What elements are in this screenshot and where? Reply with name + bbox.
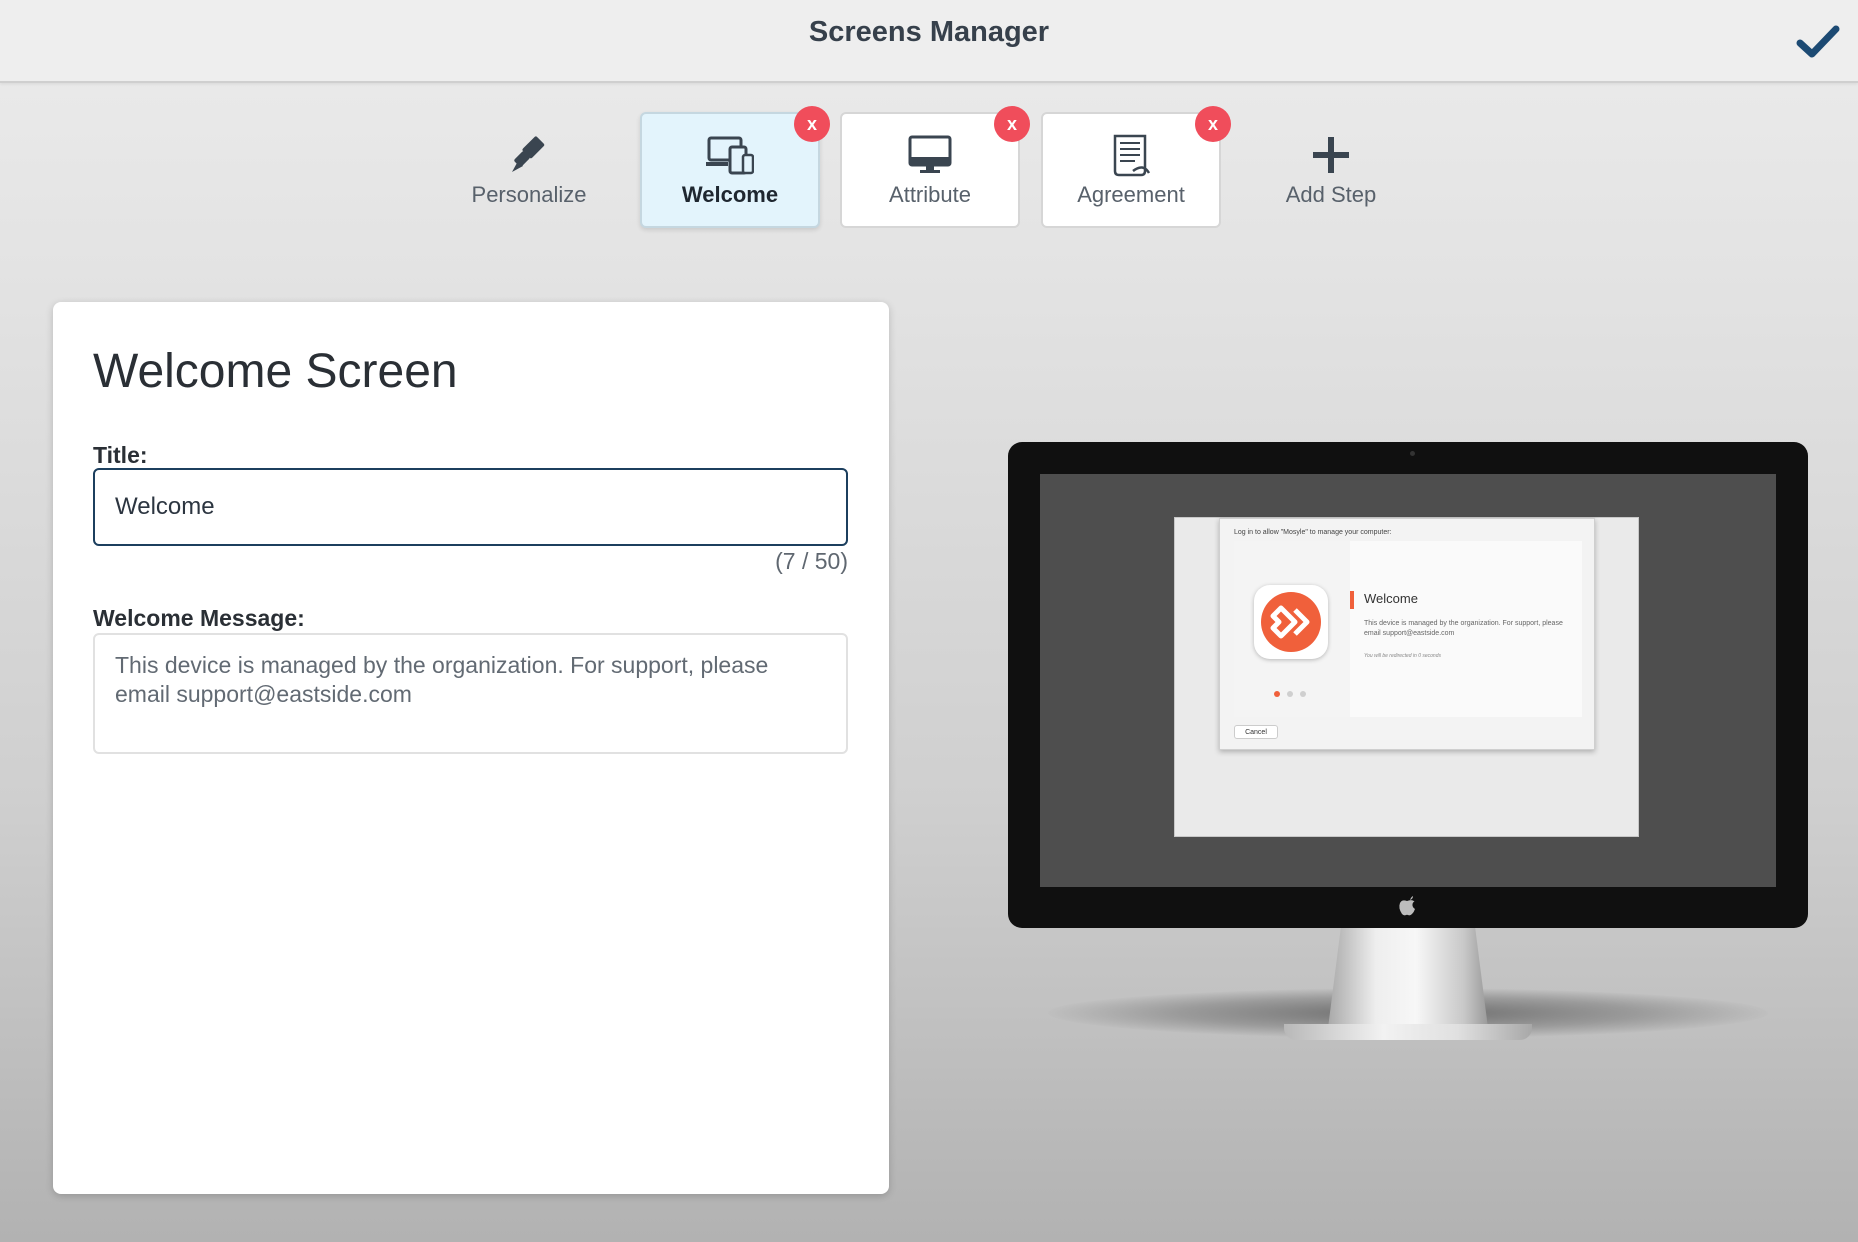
preview-prompt: Log in to allow "Mosyle" to manage your …: [1234, 529, 1392, 536]
apple-logo-icon: [1398, 896, 1416, 921]
step-personalize[interactable]: Personalize: [439, 112, 619, 228]
preview-left-pane: [1234, 541, 1350, 717]
preview-page-dots: [1274, 691, 1306, 697]
welcome-form-panel: Welcome Screen Title: (7 / 50) Welcome M…: [53, 302, 889, 1194]
step-label: Add Step: [1285, 182, 1377, 207]
devices-icon: [700, 132, 760, 178]
remove-step-button[interactable]: x: [794, 106, 830, 142]
preview-content: Welcome This device is managed by the or…: [1234, 541, 1582, 717]
preview-window: Log in to allow "Mosyle" to manage your …: [1219, 518, 1595, 750]
title-label: Title:: [93, 442, 148, 468]
welcome-message-label: Welcome Message:: [93, 605, 305, 631]
title-char-counter: (7 / 50): [775, 548, 848, 574]
step-agreement[interactable]: Agreement x: [1041, 106, 1231, 228]
remove-step-button[interactable]: x: [994, 106, 1030, 142]
step-label: Welcome: [681, 182, 779, 207]
page-title: Screens Manager: [808, 16, 1050, 48]
preview-redirect-note: You will be redirected in 0 seconds: [1364, 653, 1441, 659]
document-icon: [1101, 132, 1161, 178]
confirm-button[interactable]: [1788, 14, 1848, 70]
monitor-stand-base: [1284, 1024, 1532, 1040]
preview-heading: Welcome: [1364, 591, 1418, 606]
preview-body: This device is managed by the organizati…: [1364, 620, 1563, 637]
remove-step-button[interactable]: x: [1195, 106, 1231, 142]
checkmark-icon: [1796, 25, 1840, 58]
paintbrush-icon: [499, 132, 559, 178]
title-input[interactable]: [93, 468, 848, 546]
step-label: Personalize: [471, 182, 587, 207]
monitor-icon: [900, 132, 960, 178]
camera-dot: [1410, 451, 1415, 456]
step-label: Attribute: [889, 182, 971, 207]
monitor-bezel: Log in to allow "Mosyle" to manage your …: [1008, 442, 1808, 928]
monitor-display: Log in to allow "Mosyle" to manage your …: [1040, 474, 1776, 887]
add-step-button[interactable]: Add Step: [1241, 112, 1421, 228]
preview-sheet: Log in to allow "Mosyle" to manage your …: [1174, 517, 1639, 837]
step-label: Agreement: [1077, 182, 1185, 207]
preview-cancel-button: Cancel: [1234, 725, 1278, 739]
monitor-stand: [1328, 928, 1488, 1028]
welcome-message-input[interactable]: This device is managed by the organizati…: [93, 633, 848, 754]
mosyle-logo-icon: [1254, 585, 1328, 659]
step-attribute[interactable]: Attribute x: [840, 106, 1030, 228]
top-bar: Screens Manager: [0, 0, 1858, 83]
step-bar: Personalize Welcome x Attribute x Agreem…: [0, 106, 1858, 230]
screen-preview: Log in to allow "Mosyle" to manage your …: [1008, 442, 1808, 1052]
step-welcome[interactable]: Welcome x: [640, 106, 830, 228]
plus-icon: [1301, 132, 1361, 178]
panel-heading: Welcome Screen: [93, 345, 458, 398]
preview-accent-bar: [1350, 591, 1354, 609]
